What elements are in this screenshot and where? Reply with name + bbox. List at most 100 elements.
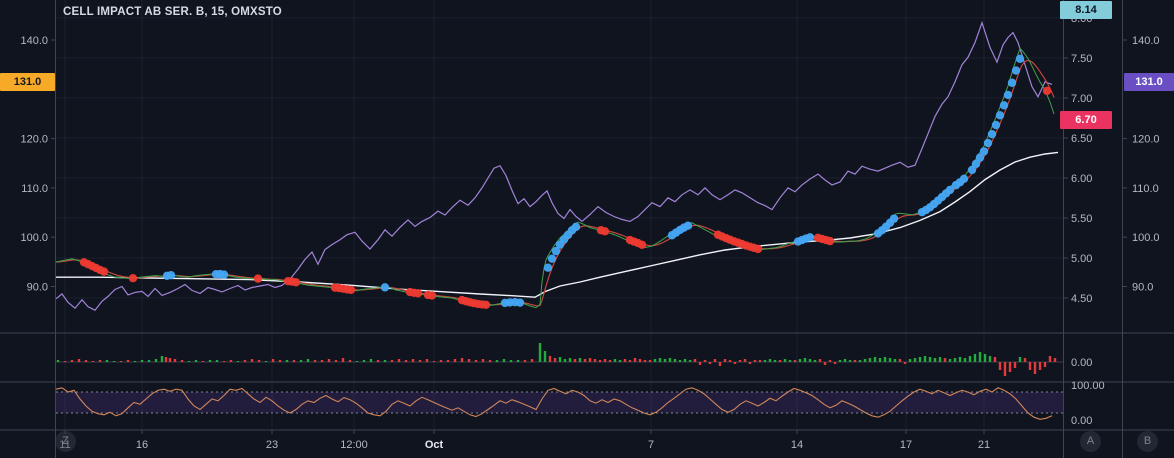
volume-bar	[553, 358, 557, 362]
volume-bar	[1023, 358, 1027, 362]
volume-bar	[1013, 362, 1017, 368]
volume-bar	[1053, 358, 1057, 362]
volume-bar	[638, 359, 642, 362]
volume-bar	[154, 359, 158, 362]
volume-bar	[628, 360, 632, 362]
volume-bar	[933, 358, 937, 362]
volume-bar	[236, 361, 240, 362]
volume-bar	[180, 360, 184, 362]
volume-bar	[828, 360, 832, 362]
axis-tick-label: 4.50	[1071, 293, 1092, 305]
pane-button-b[interactable]: B	[1137, 431, 1158, 452]
axis-tick-label: 17	[900, 439, 912, 451]
volume-bar	[362, 360, 366, 362]
sell-signal-dot	[346, 285, 356, 295]
volume-bar	[848, 360, 852, 362]
sell-signal-dot	[637, 240, 647, 249]
volume-bar	[299, 360, 303, 362]
volume-bar	[1008, 362, 1012, 372]
volume-bar	[653, 359, 657, 362]
volume-bar	[404, 360, 408, 362]
axis-tick-label: 0.00	[1071, 415, 1092, 427]
volume-bar	[963, 358, 967, 362]
volume-bar	[678, 360, 682, 362]
volume-bar	[958, 357, 962, 362]
volume-bar	[703, 360, 707, 362]
volume-bar	[250, 359, 254, 362]
volume-bar	[753, 360, 757, 362]
volume-bar	[70, 360, 74, 362]
volume-bar	[77, 359, 81, 362]
pane-button-z[interactable]: Z	[55, 431, 76, 452]
axis-tick-label: 100.0	[1132, 232, 1160, 244]
volume-bar	[168, 358, 172, 362]
volume-bar	[98, 360, 102, 362]
buy-signal-dot	[889, 214, 899, 223]
volume-bar	[923, 356, 927, 362]
axis-tick-label: 100.0	[20, 232, 48, 244]
axis-tick-label: 100.00	[1071, 380, 1105, 392]
volume-bar	[918, 357, 922, 362]
volume-bar	[853, 360, 857, 362]
volume-bar	[306, 359, 310, 362]
axis-tick-label: 6.00	[1071, 173, 1092, 185]
volume-bar	[748, 362, 752, 364]
axis-tick-label: 0.00	[1071, 357, 1092, 369]
volume-bar	[643, 360, 647, 362]
volume-bar	[334, 360, 338, 362]
volume-bar	[126, 360, 130, 362]
volume-bar	[968, 356, 972, 362]
volume-bar	[888, 358, 892, 362]
volume-bar	[383, 360, 387, 362]
price-line-slow	[55, 59, 1055, 307]
volume-bar	[938, 357, 942, 362]
volume-bar	[112, 361, 116, 362]
volume-bar	[763, 360, 767, 362]
volume-bar	[868, 358, 872, 362]
volume-bar	[948, 359, 952, 362]
volume-bar	[708, 362, 712, 364]
volume-bar	[903, 362, 907, 364]
volume-bar	[988, 356, 992, 362]
symbol-title[interactable]: CELL IMPACT AB SER. B, 15, OMXSTO	[63, 6, 282, 18]
volume-bar	[208, 360, 212, 362]
volume-bar	[823, 362, 827, 365]
sell-signal-dot	[753, 244, 763, 254]
volume-bar	[411, 359, 415, 362]
volume-bar	[693, 359, 697, 362]
volume-bar	[292, 360, 296, 362]
volume-bar	[733, 362, 737, 364]
pane-button-a[interactable]: A	[1080, 431, 1101, 452]
buy-signal-dot	[999, 101, 1009, 110]
volume-bar	[578, 358, 582, 362]
sell-signal-dot	[481, 300, 491, 309]
volume-bar	[998, 362, 1002, 370]
volume-bar	[446, 360, 450, 362]
axis-tick-label: Oct	[425, 439, 444, 451]
volume-bar	[883, 357, 887, 362]
buy-signal-dot	[991, 120, 1001, 130]
volume-bar	[743, 359, 747, 362]
buy-signal-dot	[515, 298, 525, 307]
volume-bar	[658, 358, 662, 362]
volume-bar	[568, 358, 572, 362]
buy-signal-dot	[983, 138, 993, 148]
volume-bar	[713, 359, 717, 362]
volume-bar	[913, 358, 917, 362]
chart-canvas[interactable]: 140.0120.0110.0100.090.08.007.507.006.50…	[0, 0, 1174, 458]
volume-bar	[516, 360, 520, 362]
volume-bar	[1038, 362, 1042, 370]
volume-bar	[84, 360, 88, 362]
buy-signal-dot	[1007, 78, 1017, 87]
comparison-price-badge-left: 131.0	[0, 73, 55, 91]
buy-signal-dot	[683, 221, 693, 230]
buy-signal-dot	[380, 283, 390, 292]
oscillator-band-fill	[56, 392, 1063, 413]
volume-bar	[698, 362, 702, 365]
volume-bar	[147, 360, 151, 362]
volume-bar	[481, 359, 485, 362]
volume-bar	[813, 360, 817, 362]
volume-bar	[943, 358, 947, 362]
volume-bar	[91, 361, 95, 362]
axis-tick-label: 110.0	[1132, 183, 1159, 195]
